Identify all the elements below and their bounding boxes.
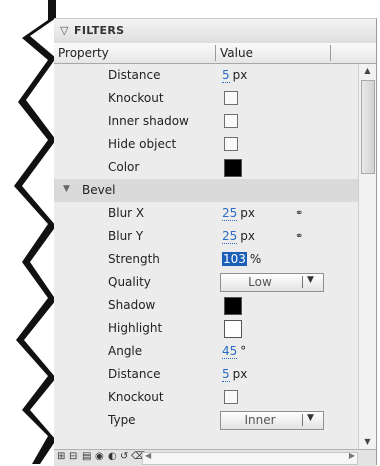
torn-edge-decoration	[0, 0, 56, 464]
property-label: Hide object	[108, 137, 177, 151]
vertical-scrollbar[interactable]: ▲ ▼	[358, 64, 376, 449]
dropdown-divider	[302, 276, 303, 288]
unit-label: °	[240, 344, 247, 358]
shadow-color-swatch[interactable]	[224, 297, 242, 315]
strength-number-selected[interactable]: 103	[222, 252, 247, 266]
row-type[interactable]: Type Inner ▼	[54, 409, 358, 432]
property-label: Inner shadow	[108, 114, 189, 128]
presets-icon[interactable]: ▤	[82, 451, 91, 462]
row-knockout[interactable]: Knockout	[54, 386, 358, 409]
filters-toolbar: ⊞ ⊟ ▤ ◉ ◐ ↺ ⌫ ◀ ▶	[54, 449, 376, 466]
knockout-checkbox[interactable]	[224, 91, 238, 105]
row-blur-x[interactable]: Blur X 25 px ⚭	[54, 202, 358, 225]
blur-y-number[interactable]: 25	[222, 229, 238, 244]
row-knockout[interactable]: Knockout	[54, 87, 358, 110]
property-label: Quality	[108, 275, 151, 289]
row-distance[interactable]: Distance 5 px	[54, 363, 358, 386]
property-label: Knockout	[108, 390, 164, 404]
scroll-down-arrow-icon[interactable]: ▼	[359, 435, 376, 449]
dropdown-value: Inner	[244, 413, 276, 427]
dropdown-divider	[302, 414, 303, 426]
angle-value[interactable]: 45 °	[222, 344, 247, 359]
scrollbar-thumb[interactable]	[361, 80, 375, 174]
strength-value[interactable]: 103%	[222, 252, 261, 266]
property-column-header[interactable]: Property	[58, 46, 109, 60]
column-divider	[330, 45, 331, 61]
property-label: Color	[108, 160, 140, 174]
collapse-triangle-icon[interactable]: ▽	[60, 24, 68, 37]
link-icon[interactable]: ⚭	[295, 208, 303, 219]
property-label: Angle	[108, 344, 143, 358]
scroll-left-arrow-icon[interactable]: ◀	[145, 451, 151, 460]
property-label: Type	[108, 413, 136, 427]
property-label: Distance	[108, 367, 161, 381]
property-label: Strength	[108, 252, 160, 266]
row-inner-shadow[interactable]: Inner shadow	[54, 110, 358, 133]
quality-dropdown[interactable]: Low ▼	[220, 273, 324, 292]
row-distance[interactable]: Distance 5 px	[54, 64, 358, 87]
property-label: Highlight	[108, 321, 163, 335]
unit-label: px	[232, 68, 248, 82]
row-highlight[interactable]: Highlight	[54, 317, 358, 340]
inner-shadow-checkbox[interactable]	[224, 114, 238, 128]
property-rows: Distance 5 px Knockout Inner shadow Hide …	[54, 64, 358, 449]
blur-y-value[interactable]: 25 px	[222, 229, 255, 244]
property-table-header: Property Value	[54, 43, 376, 64]
group-row-bevel[interactable]: ▼ Bevel	[54, 179, 358, 202]
add-filter-icon[interactable]: ⊞	[57, 451, 65, 462]
angle-number[interactable]: 45	[222, 344, 238, 359]
enable-toggle-icon[interactable]: ◐	[108, 451, 117, 462]
unit-label: px	[232, 367, 248, 381]
distance-value[interactable]: 5 px	[222, 68, 248, 83]
type-dropdown[interactable]: Inner ▼	[220, 411, 324, 430]
filters-panel: ▽ FILTERS Property Value Distance 5 px Kn…	[54, 18, 377, 466]
property-label: Shadow	[108, 298, 156, 312]
panel-title: FILTERS	[74, 24, 125, 37]
hide-object-checkbox[interactable]	[224, 137, 238, 151]
knockout-checkbox[interactable]	[224, 390, 238, 404]
reset-icon[interactable]: ↺	[120, 451, 128, 462]
property-label: Blur X	[108, 206, 145, 220]
link-icon[interactable]: ⚭	[295, 231, 303, 242]
scroll-up-arrow-icon[interactable]: ▲	[359, 64, 376, 78]
group-label: Bevel	[82, 183, 116, 197]
color-swatch[interactable]	[224, 159, 242, 177]
panel-title-bar[interactable]: ▽ FILTERS	[54, 19, 376, 44]
property-label: Blur Y	[108, 229, 144, 243]
expand-triangle-icon[interactable]: ▼	[63, 184, 70, 194]
horizontal-scrollbar[interactable]: ◀ ▶	[142, 451, 358, 465]
clipboard-icon[interactable]: ◉	[95, 451, 104, 462]
dropdown-value: Low	[248, 275, 272, 289]
unit-label: %	[249, 252, 262, 266]
unit-label: px	[240, 229, 255, 243]
property-label: Knockout	[108, 91, 164, 105]
row-color[interactable]: Color	[54, 156, 358, 179]
row-quality[interactable]: Quality Low ▼	[54, 271, 358, 294]
distance-number[interactable]: 5	[222, 68, 230, 83]
blur-x-value[interactable]: 25 px	[222, 206, 255, 221]
unit-label: px	[240, 206, 255, 220]
chevron-down-icon[interactable]: ▼	[307, 275, 314, 285]
distance-value[interactable]: 5 px	[222, 367, 248, 382]
row-strength[interactable]: Strength 103%	[54, 248, 358, 271]
property-label: Distance	[108, 68, 161, 82]
highlight-color-swatch[interactable]	[224, 320, 242, 338]
scroll-right-arrow-icon[interactable]: ▶	[349, 451, 355, 460]
row-hide-object[interactable]: Hide object	[54, 133, 358, 156]
column-divider[interactable]	[215, 45, 216, 61]
chevron-down-icon[interactable]: ▼	[307, 413, 314, 423]
remove-filter-icon[interactable]: ⊟	[69, 451, 77, 462]
distance-number[interactable]: 5	[222, 367, 230, 382]
row-blur-y[interactable]: Blur Y 25 px ⚭	[54, 225, 358, 248]
value-column-header[interactable]: Value	[220, 46, 253, 60]
row-shadow[interactable]: Shadow	[54, 294, 358, 317]
row-angle[interactable]: Angle 45 °	[54, 340, 358, 363]
blur-x-number[interactable]: 25	[222, 206, 238, 221]
